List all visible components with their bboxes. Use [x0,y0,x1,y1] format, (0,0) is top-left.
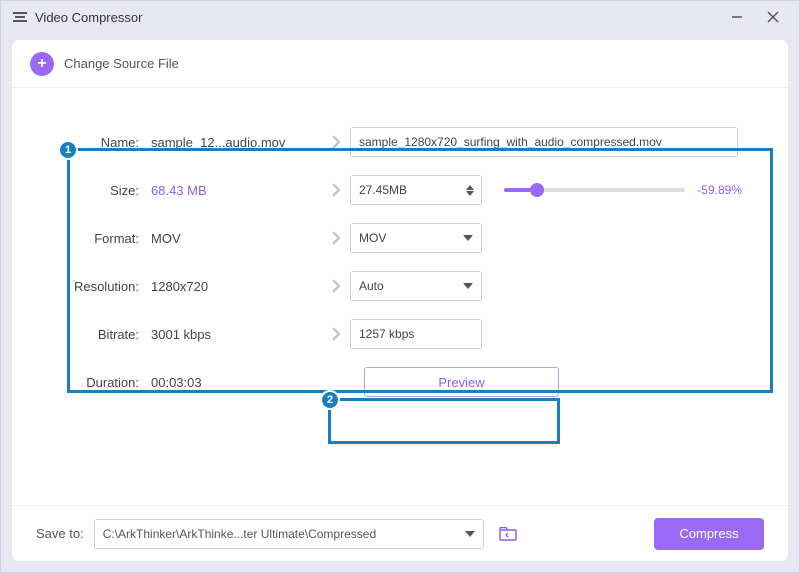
save-to-label: Save to: [36,526,84,541]
slider-thumb[interactable] [530,183,544,197]
titlebar: Video Compressor [1,1,799,33]
change-source-label[interactable]: Change Source File [64,56,179,71]
size-slider[interactable] [504,188,685,192]
save-path-select[interactable]: C:\ArkThinker\ArkThinke...ter Ultimate\C… [94,519,484,549]
chevron-down-icon [465,531,475,537]
output-resolution-value: Auto [359,279,384,293]
open-folder-button[interactable] [494,520,522,548]
add-source-button[interactable]: + [30,52,54,76]
minimize-button[interactable] [723,3,751,31]
output-resolution-select[interactable]: Auto [350,271,482,301]
size-decrease-button[interactable] [466,191,474,196]
output-size-spinner[interactable]: 27.45MB [350,175,482,205]
spinner-arrows [463,178,477,202]
close-button[interactable] [759,3,787,31]
chevron-down-icon [463,283,473,289]
size-increase-button[interactable] [466,185,474,190]
window-title: Video Compressor [35,10,715,25]
tutorial-step-2-badge: 2 [320,390,340,410]
save-path-value: C:\ArkThinker\ArkThinke...ter Ultimate\C… [103,527,376,541]
topbar: + Change Source File [12,40,788,88]
app-icon [13,10,27,24]
tutorial-step-1-badge: 1 [58,140,78,160]
app-window: Video Compressor + Change Source File 1 … [0,0,800,573]
content: 1 2 Name: sample_12...audio.mov Size: 68… [12,88,788,505]
output-size-value: 27.45MB [359,183,407,197]
compress-button[interactable]: Compress [654,518,764,550]
footer: Save to: C:\ArkThinker\ArkThinke...ter U… [12,505,788,561]
tutorial-highlight-2 [328,398,560,444]
output-format-select[interactable]: MOV [350,223,482,253]
output-format-value: MOV [359,231,386,245]
chevron-down-icon [463,235,473,241]
main-card: + Change Source File 1 2 Name: sample_12… [11,39,789,562]
